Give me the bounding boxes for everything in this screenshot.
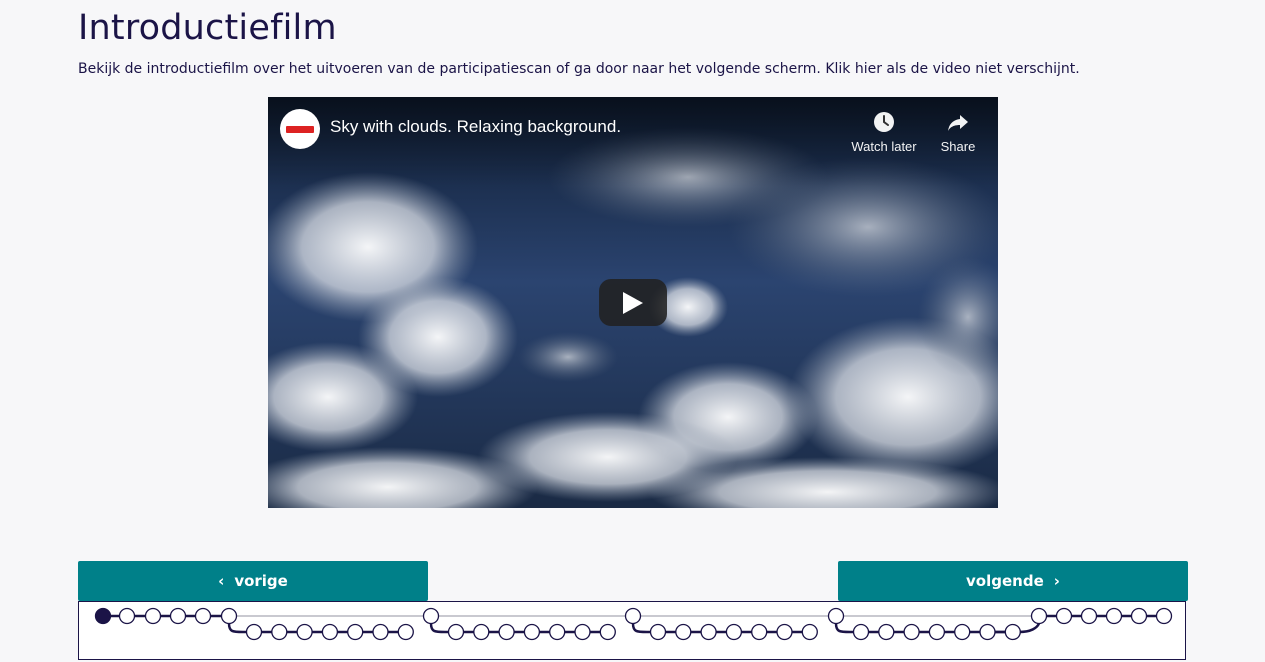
progress-substep[interactable] [347, 623, 364, 641]
progress-step[interactable] [194, 607, 212, 625]
progress-step[interactable] [144, 607, 162, 625]
previous-button[interactable]: ‹ vorige [78, 561, 428, 601]
progress-substep[interactable] [599, 623, 616, 641]
progress-step[interactable] [1030, 607, 1048, 625]
progress-step[interactable] [1105, 607, 1123, 625]
progress-step[interactable] [1155, 607, 1173, 625]
progress-substep[interactable] [447, 623, 465, 641]
progress-substep[interactable] [397, 623, 414, 641]
watch-later-label: Watch later [851, 139, 917, 154]
video-title[interactable]: Sky with clouds. Relaxing background. [330, 117, 621, 137]
progress-substep[interactable] [473, 623, 490, 641]
progress-substep[interactable] [649, 623, 667, 641]
share-arrow-icon [948, 115, 968, 131]
progress-substep[interactable] [675, 623, 692, 641]
channel-logo [286, 125, 314, 133]
progress-substep[interactable] [245, 623, 263, 641]
share-button[interactable]: Share [918, 109, 998, 154]
progress-step[interactable] [220, 607, 238, 625]
progress-substep[interactable] [296, 623, 313, 641]
progress-substep[interactable] [725, 623, 743, 641]
progress-substep[interactable] [801, 623, 818, 641]
video-player[interactable]: Sky with clouds. Relaxing background. Wa… [268, 97, 998, 508]
watch-later-button[interactable]: Watch later [844, 109, 924, 154]
page-title: Introductiefilm [78, 8, 337, 48]
progress-substep[interactable] [751, 623, 768, 641]
progress-step[interactable] [1055, 607, 1073, 625]
progress-substep[interactable] [549, 623, 566, 641]
progress-substep[interactable] [776, 623, 793, 641]
progress-step[interactable] [169, 607, 187, 625]
channel-avatar[interactable] [280, 109, 320, 149]
progress-step[interactable] [422, 607, 440, 625]
play-button[interactable] [599, 279, 667, 326]
previous-label: vorige [234, 572, 288, 590]
progress-step[interactable] [827, 607, 845, 625]
progress-tracker [78, 601, 1186, 660]
play-icon [623, 292, 643, 314]
progress-substep[interactable] [979, 623, 996, 641]
progress-substep[interactable] [523, 623, 541, 641]
progress-step[interactable] [624, 607, 642, 625]
progress-step[interactable] [1130, 607, 1148, 625]
progress-substep[interactable] [878, 623, 895, 641]
clock-icon [874, 112, 894, 132]
progress-substep[interactable] [903, 623, 920, 641]
progress-substep[interactable] [1004, 623, 1021, 641]
progress-step[interactable] [1080, 607, 1098, 625]
progress-substep[interactable] [271, 623, 288, 641]
progress-substep[interactable] [954, 623, 971, 641]
progress-substep[interactable] [372, 623, 389, 641]
progress-substep[interactable] [321, 623, 339, 641]
progress-step-current[interactable] [94, 607, 112, 625]
progress-substep[interactable] [700, 623, 717, 641]
progress-step[interactable] [118, 607, 136, 625]
intro-text[interactable]: Bekijk de introductiefilm over het uitvo… [78, 61, 1080, 77]
progress-substep[interactable] [928, 623, 946, 641]
progress-substep[interactable] [574, 623, 591, 641]
chevron-left-icon: ‹ [218, 572, 225, 590]
progress-substep[interactable] [498, 623, 515, 641]
progress-substep[interactable] [852, 623, 870, 641]
progress-map [94, 607, 1173, 641]
next-button[interactable]: volgende › [838, 561, 1188, 601]
next-label: volgende [966, 572, 1044, 590]
share-label: Share [940, 139, 976, 154]
chevron-right-icon: › [1053, 572, 1060, 590]
